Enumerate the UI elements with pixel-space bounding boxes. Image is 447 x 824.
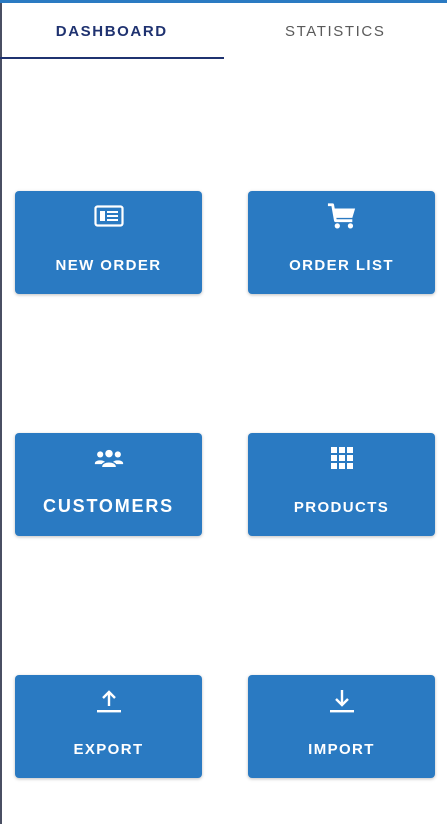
products-label: PRODUCTS bbox=[293, 499, 390, 516]
import-button[interactable]: IMPORT bbox=[248, 675, 435, 778]
new-order-label: NEW ORDER bbox=[55, 257, 162, 274]
tab-statistics[interactable]: STATISTICS bbox=[224, 3, 447, 59]
grid-icon bbox=[327, 443, 357, 473]
order-list-label: ORDER LIST bbox=[289, 257, 394, 274]
export-label: EXPORT bbox=[73, 741, 144, 758]
order-list-button[interactable]: ORDER LIST bbox=[248, 191, 435, 294]
tab-dashboard[interactable]: DASHBOARD bbox=[0, 3, 224, 59]
cart-icon bbox=[327, 201, 357, 231]
export-button[interactable]: EXPORT bbox=[15, 675, 202, 778]
upload-icon bbox=[94, 685, 124, 715]
download-icon bbox=[327, 685, 357, 715]
window-edge bbox=[0, 3, 2, 824]
newspaper-icon bbox=[93, 201, 124, 231]
people-group-icon bbox=[94, 443, 124, 473]
products-button[interactable]: PRODUCTS bbox=[248, 433, 435, 536]
new-order-button[interactable]: NEW ORDER bbox=[15, 191, 202, 294]
customers-label: CUSTOMERS bbox=[43, 496, 174, 516]
tab-bar: DASHBOARD STATISTICS bbox=[0, 3, 447, 59]
import-label: IMPORT bbox=[308, 741, 375, 758]
customers-button[interactable]: CUSTOMERS bbox=[15, 433, 202, 536]
